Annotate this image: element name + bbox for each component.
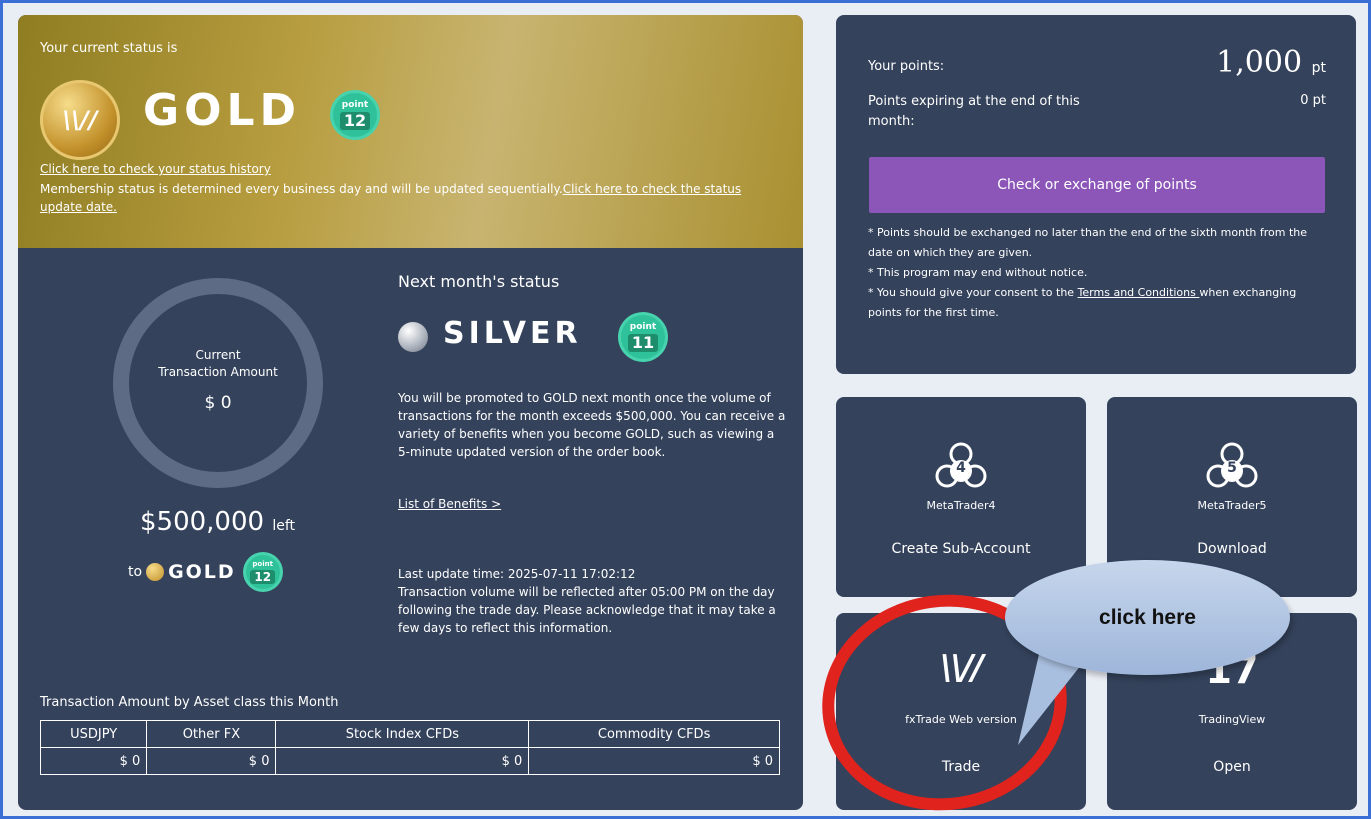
ring-label-line2: Transaction Amount xyxy=(158,365,278,379)
points-card: Your points: 1,000 pt Points expiring at… xyxy=(836,15,1356,374)
badge-label: point xyxy=(629,321,657,332)
promotion-text: You will be promoted to GOLD next month … xyxy=(398,391,786,459)
target-point-badge: point 12 xyxy=(245,555,280,589)
asset-class-table: USDJPY Other FX Stock Index CFDs Commodi… xyxy=(39,720,780,775)
app-name: MetaTrader5 xyxy=(1197,499,1267,512)
badge-number: 12 xyxy=(250,569,276,584)
speech-bubble: click here xyxy=(1005,560,1290,675)
list-of-benefits-link[interactable]: List of Benefits > xyxy=(398,497,501,511)
badge-label: point xyxy=(341,99,369,110)
target-status: to GOLD point 12 xyxy=(128,555,280,589)
mt5-icon-number: 5 xyxy=(1227,460,1237,476)
update-info: Last update time: 2025-07-11 17:02:12 Tr… xyxy=(398,565,788,637)
badge-label: point xyxy=(252,559,273,568)
membership-text: Membership status is determined every bu… xyxy=(40,182,563,196)
target-level: GOLD xyxy=(168,561,236,583)
update-note: Transaction volume will be reflected aft… xyxy=(398,585,776,635)
app-name: TradingView xyxy=(1198,713,1266,726)
table-header: Stock Index CFDs xyxy=(275,720,530,748)
table-cell: $ 0 xyxy=(528,747,780,775)
table-header: USDJPY xyxy=(39,720,148,748)
points-label: Your points: xyxy=(868,59,945,74)
badge-number: 11 xyxy=(627,333,659,352)
points-notes: * Points should be exchanged no later th… xyxy=(868,223,1328,323)
table-cell: $ 0 xyxy=(39,747,148,775)
table-row: $ 0 $ 0 $ 0 $ 0 xyxy=(39,747,780,775)
status-history-link[interactable]: Click here to check your status history xyxy=(40,162,271,176)
amount-left-value: $500,000 xyxy=(140,507,265,537)
note-2: * This program may end without notice. xyxy=(868,266,1088,279)
expiring-points-value: 0 pt xyxy=(1300,93,1326,108)
app-name: MetaTrader4 xyxy=(926,499,996,512)
amount-left: $500,000 left xyxy=(140,507,295,537)
table-header: Other FX xyxy=(146,720,277,748)
status-card: Your current status is \\// GOLD point 1… xyxy=(18,15,803,810)
note-3-text: * You should give your consent to the xyxy=(868,286,1078,299)
next-point-badge: point 11 xyxy=(621,315,665,359)
points-value: 1,000 pt xyxy=(1216,45,1326,80)
bubble-text: click here xyxy=(1099,605,1196,629)
expiring-points-label: Points expiring at the end of this month… xyxy=(868,94,1080,129)
table-cell: $ 0 xyxy=(146,747,277,775)
last-update-time: Last update time: 2025-07-11 17:02:12 xyxy=(398,567,636,581)
table-header-row: USDJPY Other FX Stock Index CFDs Commodi… xyxy=(39,720,780,748)
next-month-level: SILVER xyxy=(443,316,582,351)
gold-coin-icon xyxy=(146,563,165,581)
silver-medal-icon xyxy=(398,322,428,352)
next-month-title: Next month's status xyxy=(398,272,560,291)
ring-label: Current Transaction Amount xyxy=(113,347,323,381)
gold-medal-icon: \\// xyxy=(40,80,120,160)
amount-left-suffix: left xyxy=(272,518,296,534)
transaction-progress-ring xyxy=(113,278,323,488)
badge-number: 12 xyxy=(339,111,371,130)
points-unit: pt xyxy=(1311,60,1326,76)
note-1: * Points should be exchanged no later th… xyxy=(868,226,1308,259)
open-button[interactable]: Open xyxy=(1107,759,1357,775)
points-number: 1,000 xyxy=(1216,45,1303,80)
mt4-icon-number: 4 xyxy=(956,460,966,476)
download-button[interactable]: Download xyxy=(1107,541,1357,557)
ring-label-line1: Current xyxy=(195,348,241,362)
note-3: * You should give your consent to the Te… xyxy=(868,283,1328,323)
asset-table-title: Transaction Amount by Asset class this M… xyxy=(40,695,339,710)
status-intro: Your current status is xyxy=(40,41,178,56)
table-cell: $ 0 xyxy=(275,747,530,775)
create-sub-account-button[interactable]: Create Sub-Account xyxy=(836,541,1086,557)
membership-info: Membership status is determined every bu… xyxy=(40,180,780,216)
current-status-level: GOLD xyxy=(143,85,302,136)
terms-and-conditions-link[interactable]: Terms and Conditions xyxy=(1078,286,1200,299)
to-label: to xyxy=(128,564,143,580)
metatrader4-card[interactable]: 4 MetaTrader4 Create Sub-Account xyxy=(836,397,1086,597)
exchange-points-button[interactable]: Check or exchange of points xyxy=(869,157,1325,213)
point-rate-badge: point 12 xyxy=(333,93,377,137)
current-transaction-amount: $ 0 xyxy=(204,393,232,413)
table-header: Commodity CFDs xyxy=(528,720,780,748)
current-status-banner: Your current status is \\// GOLD point 1… xyxy=(18,15,803,248)
